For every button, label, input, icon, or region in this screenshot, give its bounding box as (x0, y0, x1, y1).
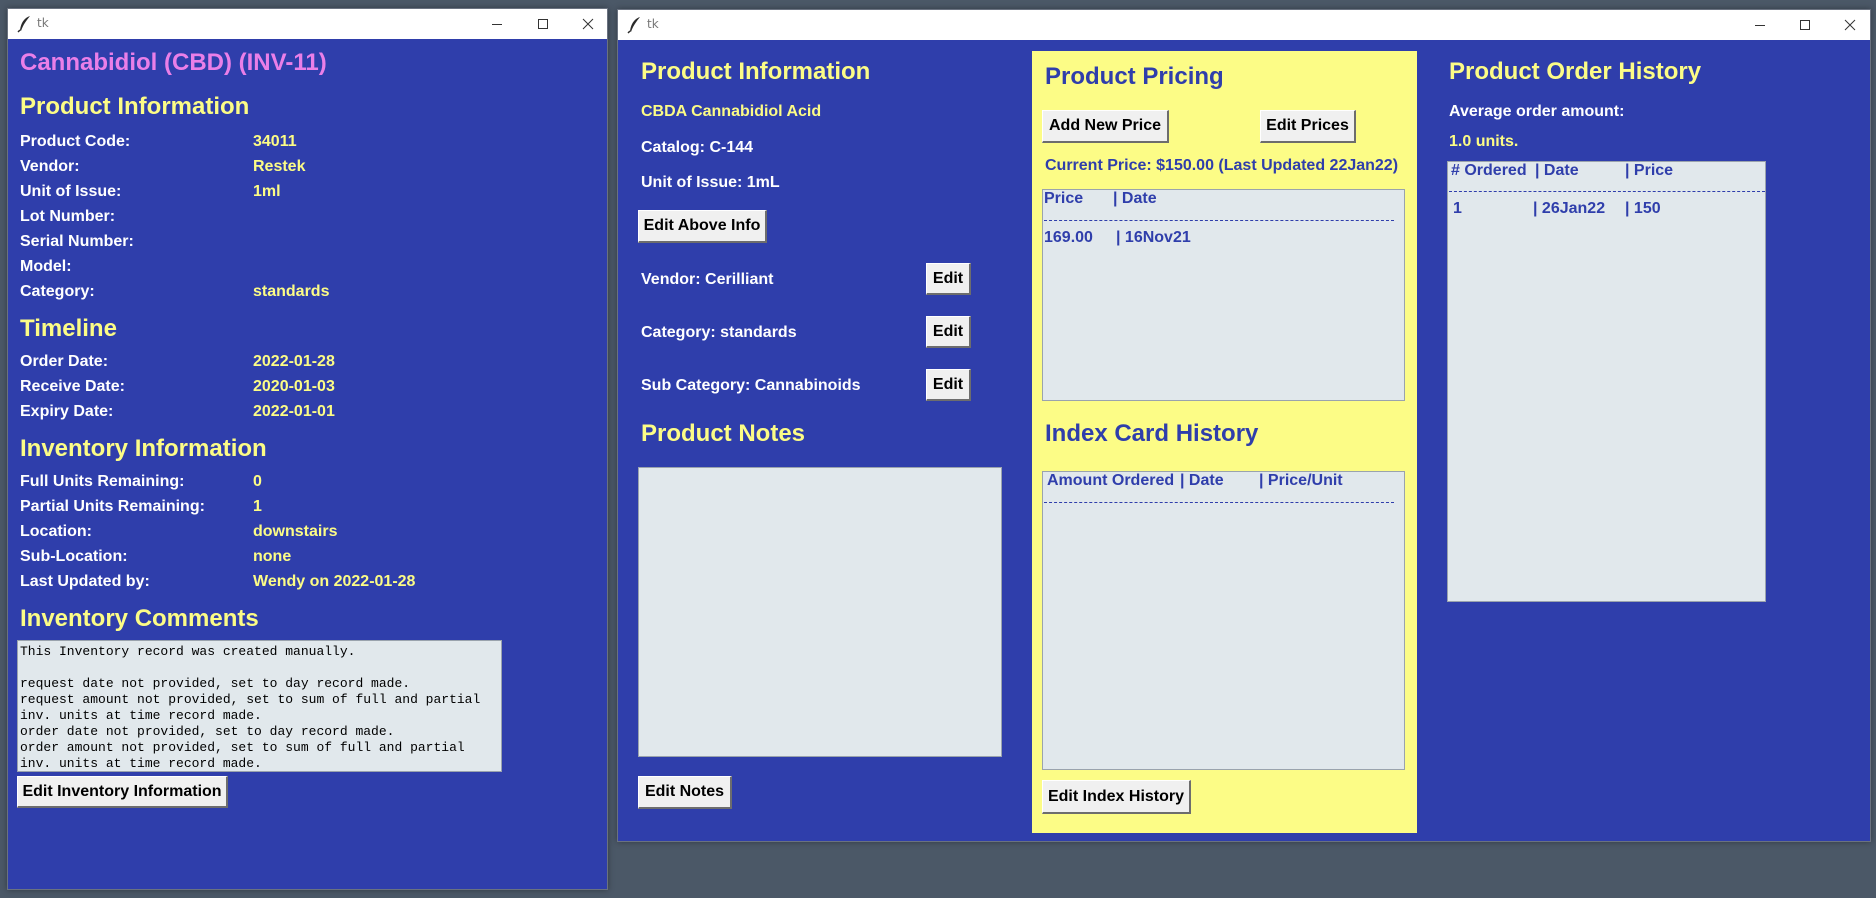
list-cell: 169.00 (1044, 229, 1093, 246)
field-value: 2022-01-28 (253, 353, 335, 370)
vendor-label: Vendor: Cerilliant (641, 271, 774, 288)
field-value: standards (253, 283, 330, 300)
column-header: | Date (1180, 472, 1224, 489)
header-divider (1449, 191, 1765, 192)
field-label: Model: (20, 258, 72, 275)
catalog-label: Catalog: C-144 (641, 139, 754, 156)
field-label: Vendor: (20, 158, 80, 175)
maximize-button[interactable] (1782, 10, 1828, 40)
maximize-button[interactable] (520, 9, 566, 39)
field-value: none (253, 548, 292, 565)
index-card-list[interactable]: Amount Ordered | Date | Price/Unit (1042, 471, 1405, 770)
edit-prices-button[interactable]: Edit Prices (1260, 110, 1356, 143)
field-value: 34011 (253, 133, 297, 150)
edit-notes-button[interactable]: Edit Notes (638, 776, 732, 809)
window-title: tk (37, 16, 49, 30)
field-value: downstairs (253, 523, 338, 540)
header-divider (1044, 502, 1394, 503)
field-value: 1 (253, 498, 262, 515)
field-label: Partial Units Remaining: (20, 498, 205, 515)
field-value: 0 (253, 473, 262, 490)
sub-category-label: Sub Category: Cannabinoids (641, 377, 861, 394)
order-history-heading: Product Order History (1449, 58, 1702, 85)
product-info-heading: Product Information (641, 58, 871, 85)
column-header: | Price (1625, 162, 1674, 179)
minimize-button[interactable] (1737, 10, 1783, 40)
column-header: # Ordered (1451, 162, 1527, 179)
field-label: Lot Number: (20, 208, 116, 225)
left-titlebar[interactable]: tk (8, 9, 607, 39)
field-label: Location: (20, 523, 92, 540)
column-header: Price (1044, 190, 1084, 207)
avg-order-label: Average order amount: (1449, 103, 1625, 120)
product-name: CBDA Cannabidiol Acid (641, 103, 822, 120)
maximize-icon (538, 19, 548, 29)
list-cell: | 26Jan22 (1533, 200, 1606, 217)
field-label: Product Code: (20, 133, 131, 150)
comments-text[interactable]: This Inventory record was created manual… (17, 640, 502, 772)
product-info-heading: Product Information (20, 93, 250, 120)
product-pricing-heading: Product Pricing (1045, 63, 1224, 90)
add-new-price-button[interactable]: Add New Price (1042, 110, 1169, 143)
close-button[interactable] (1827, 10, 1873, 40)
order-history-list[interactable]: # Ordered | Date | Price 1 | 26Jan22 | 1… (1447, 161, 1766, 602)
product-notes-heading: Product Notes (641, 420, 806, 447)
avg-order-value: 1.0 units. (1449, 133, 1519, 150)
maximize-icon (1800, 20, 1810, 30)
price-history-list[interactable]: Price | Date 169.00 | 16Nov21 (1042, 189, 1405, 401)
minimize-button[interactable] (474, 9, 520, 39)
inventory-heading: Inventory Information (20, 435, 267, 462)
column-header: | Date (1113, 190, 1157, 207)
column-header: | Price/Unit (1259, 472, 1343, 489)
minimize-icon (492, 24, 502, 25)
product-notes-text[interactable] (638, 467, 1002, 757)
field-label: Full Units Remaining: (20, 473, 185, 490)
field-label: Sub-Location: (20, 548, 128, 565)
index-card-heading: Index Card History (1045, 420, 1259, 447)
field-label: Serial Number: (20, 233, 134, 250)
unit-label: Unit of Issue: 1mL (641, 174, 780, 191)
field-value: 2022-01-01 (253, 403, 335, 420)
minimize-icon (1755, 25, 1765, 26)
edit-inventory-button[interactable]: Edit Inventory Information (17, 776, 228, 808)
comments-heading: Inventory Comments (20, 605, 259, 632)
field-value: 1ml (253, 183, 281, 200)
timeline-heading: Timeline (20, 315, 117, 342)
list-cell: | 150 (1625, 200, 1661, 217)
close-icon (1844, 19, 1856, 31)
column-header: Amount Ordered (1047, 472, 1175, 489)
edit-vendor-button[interactable]: Edit (926, 263, 971, 295)
category-label: Category: standards (641, 324, 797, 341)
close-icon (582, 18, 594, 30)
field-label: Unit of Issue: (20, 183, 122, 200)
product-title: Cannabidiol (CBD) (INV-11) (20, 49, 327, 76)
list-cell: | 16Nov21 (1116, 229, 1191, 246)
field-value: 2020-01-03 (253, 378, 335, 395)
list-cell: 1 (1453, 200, 1462, 217)
column-header: | Date (1535, 162, 1579, 179)
edit-index-history-button[interactable]: Edit Index History (1042, 780, 1191, 814)
current-price-label: Current Price: $150.00 (Last Updated 22J… (1045, 157, 1399, 174)
window-title: tk (647, 17, 659, 31)
edit-above-info-button[interactable]: Edit Above Info (638, 210, 767, 243)
field-value: Wendy on 2022-01-28 (253, 573, 416, 590)
field-label: Receive Date: (20, 378, 125, 395)
field-label: Last Updated by: (20, 573, 150, 590)
feather-icon (627, 17, 640, 34)
field-label: Expiry Date: (20, 403, 114, 420)
field-value: Restek (253, 158, 306, 175)
close-button[interactable] (565, 9, 611, 39)
feather-icon (17, 16, 30, 33)
field-label: Category: (20, 283, 95, 300)
right-window: tk Product Information CBDA Cannabidiol … (617, 9, 1871, 842)
header-divider (1044, 220, 1394, 221)
right-titlebar[interactable]: tk (618, 10, 1870, 40)
edit-category-button[interactable]: Edit (926, 316, 971, 348)
edit-sub-category-button[interactable]: Edit (926, 369, 971, 401)
left-window: tk Cannabidiol (CBD) (INV-11) Product In… (7, 8, 608, 890)
field-label: Order Date: (20, 353, 109, 370)
